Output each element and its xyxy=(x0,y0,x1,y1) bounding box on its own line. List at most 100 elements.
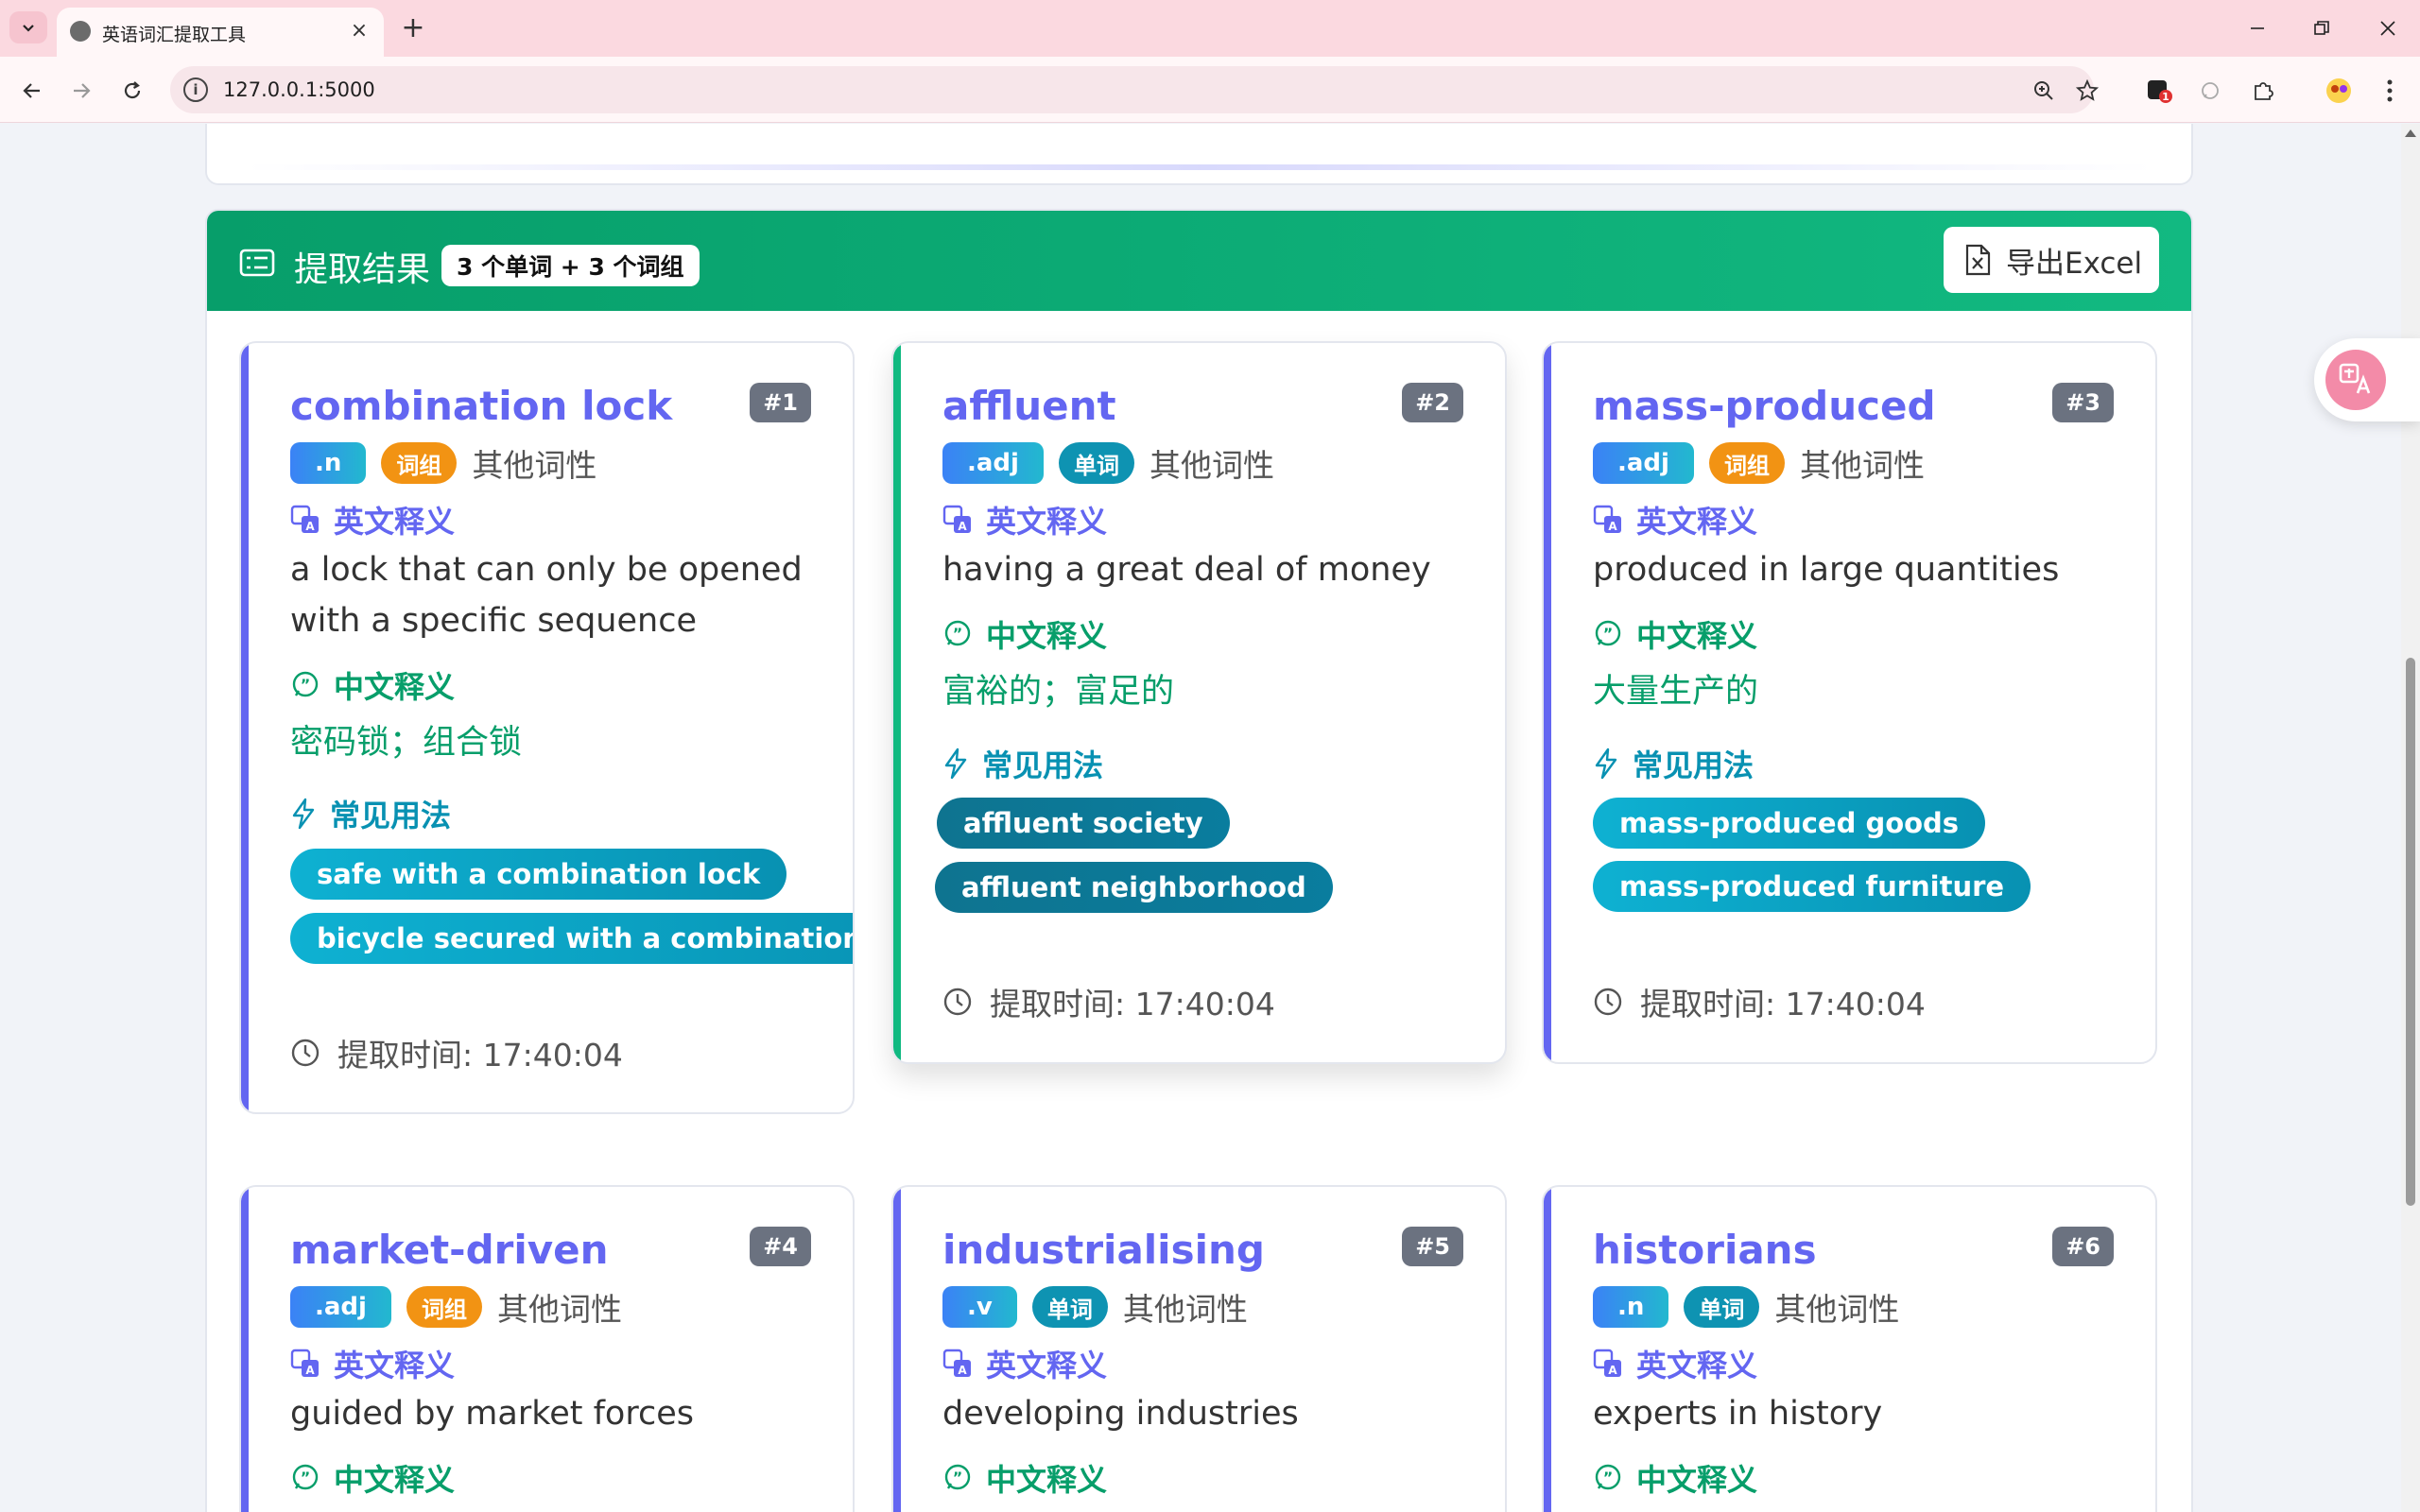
usage-heading: 常见用法 xyxy=(1593,743,1754,784)
card-accent xyxy=(893,1187,901,1512)
index-badge: #2 xyxy=(1402,383,1463,422)
info-icon[interactable]: i xyxy=(183,77,208,102)
usage-pill: affluent neighborhood xyxy=(935,862,1333,913)
chinese-def-heading: ” 中文释义 xyxy=(290,664,455,706)
chinese-def-label: 中文释义 xyxy=(1636,1462,1758,1498)
reload-button[interactable] xyxy=(113,72,151,110)
clock-icon xyxy=(943,988,972,1016)
other-pos-label: 其他词性 xyxy=(1774,1291,1900,1328)
chinese-definition: 大量生产的 xyxy=(1593,673,1759,711)
lightning-icon xyxy=(944,747,967,780)
tag-row: .n 单词 其他词性 xyxy=(1593,1286,1899,1328)
result-panel: 提取结果 3 个单词 + 3 个词组 导出Excel combination l… xyxy=(205,209,2193,1512)
scroll-up-arrow-icon[interactable] xyxy=(2405,129,2416,137)
usage-pill: mass-produced furniture xyxy=(1593,861,2031,912)
extract-time: 提取时间: 17:40:04 xyxy=(290,1032,623,1074)
scrollbar-thumb[interactable] xyxy=(2406,658,2415,1206)
extract-time: 提取时间: 17:40:04 xyxy=(1593,981,1926,1022)
extract-time-text: 提取时间: 17:40:04 xyxy=(1640,986,1926,1022)
menu-dots-icon[interactable] xyxy=(2373,74,2407,108)
english-def-heading: A 英文释义 xyxy=(942,499,1107,541)
svg-text:”: ” xyxy=(1603,625,1614,643)
svg-text:A: A xyxy=(305,520,315,533)
lightning-icon xyxy=(292,798,315,830)
quote-bubble-icon: ” xyxy=(1595,1464,1621,1490)
chinese-def-heading: ” 中文释义 xyxy=(1593,1457,1757,1499)
usage-label: 常见用法 xyxy=(330,798,452,833)
svg-text:A: A xyxy=(305,1364,315,1377)
extract-time-text: 提取时间: 17:40:04 xyxy=(337,1037,623,1074)
page-scrollbar[interactable] xyxy=(2401,124,2420,1512)
bookmark-star-icon[interactable] xyxy=(2072,76,2102,106)
chat-extension-icon[interactable] xyxy=(2193,74,2227,108)
close-window-button[interactable] xyxy=(2369,9,2407,47)
other-pos-label: 其他词性 xyxy=(1799,447,1925,484)
english-def-label: 英文释义 xyxy=(986,1348,1108,1383)
tab-close-button[interactable]: × xyxy=(346,17,372,43)
back-button[interactable] xyxy=(13,72,51,110)
tab-search-button[interactable] xyxy=(9,11,47,43)
other-pos-label: 其他词性 xyxy=(472,447,597,484)
profile-avatar[interactable] xyxy=(2322,74,2356,108)
word-card: market-driven #4 .adj 词组 其他词性 A 英文释义 gui… xyxy=(239,1185,855,1512)
quote-bubble-icon: ” xyxy=(292,671,319,697)
export-label: 导出Excel xyxy=(2006,246,2143,281)
chevron-down-icon xyxy=(23,25,34,32)
other-pos-label: 其他词性 xyxy=(1149,447,1274,484)
english-def-label: 英文释义 xyxy=(334,1348,456,1383)
card-accent xyxy=(893,343,901,1062)
other-pos-label: 其他词性 xyxy=(1122,1291,1248,1328)
restore-button[interactable] xyxy=(2303,9,2341,47)
new-tab-button[interactable]: + xyxy=(397,11,429,44)
svg-text:”: ” xyxy=(301,1469,311,1486)
chinese-definition: 富裕的；富足的 xyxy=(942,673,1175,711)
arrow-left-icon xyxy=(23,83,40,98)
translate-icon: A xyxy=(290,505,319,533)
word-title: historians xyxy=(1593,1227,1817,1273)
word-card: historians #6 .n 单词 其他词性 A 英文释义 experts … xyxy=(1542,1185,2157,1512)
type-badge: 词组 xyxy=(381,442,458,484)
svg-text:”: ” xyxy=(301,676,311,694)
svg-text:”: ” xyxy=(1603,1469,1614,1486)
usage-pill: affluent society xyxy=(937,798,1230,849)
word-card: combination lock #1 .n 词组 其他词性 A 英文释义 a … xyxy=(239,341,855,1114)
tab-active[interactable]: 英语词汇提取工具 × xyxy=(57,8,384,57)
excel-file-icon xyxy=(1965,244,1991,276)
svg-text:A: A xyxy=(958,1364,967,1377)
page-content: 提取结果 3 个单词 + 3 个词组 导出Excel combination l… xyxy=(0,124,2401,1512)
type-badge: 词组 xyxy=(406,1286,482,1328)
svg-text:”: ” xyxy=(953,625,963,643)
address-bar[interactable]: i 127.0.0.1:5000 xyxy=(170,66,2099,113)
english-def-heading: A 英文释义 xyxy=(942,1343,1107,1384)
minimize-button[interactable] xyxy=(2238,9,2276,47)
export-excel-button[interactable]: 导出Excel xyxy=(1944,227,2159,293)
chinese-def-label: 中文释义 xyxy=(1636,618,1758,654)
forward-button[interactable] xyxy=(62,72,100,110)
english-def-label: 英文释义 xyxy=(1636,504,1758,540)
usage-label: 常见用法 xyxy=(1633,747,1754,783)
chinese-def-label: 中文释义 xyxy=(986,618,1108,654)
close-icon xyxy=(2380,21,2395,36)
tag-row: .adj 词组 其他词性 xyxy=(290,1286,622,1328)
card-accent xyxy=(1544,343,1551,1062)
clock-icon xyxy=(291,1039,320,1067)
translate-icon: A xyxy=(1593,1349,1621,1377)
chinese-definition: 密码锁；组合锁 xyxy=(290,724,523,762)
puzzle-icon[interactable] xyxy=(2246,74,2280,108)
extract-time: 提取时间: 17:40:04 xyxy=(942,981,1275,1022)
index-badge: #5 xyxy=(1402,1227,1463,1266)
type-badge: 单词 xyxy=(1058,442,1134,484)
minimize-icon xyxy=(2251,27,2264,29)
extension-badge-icon[interactable]: 1 xyxy=(2142,74,2176,108)
chinese-def-heading: ” 中文释义 xyxy=(942,613,1107,655)
english-def-heading: A 英文释义 xyxy=(290,1343,455,1384)
result-title: 提取结果 xyxy=(294,250,431,289)
english-def-label: 英文释义 xyxy=(986,504,1108,540)
chinese-def-heading: ” 中文释义 xyxy=(290,1457,455,1499)
type-badge: 单词 xyxy=(1031,1286,1108,1328)
clock-icon xyxy=(1594,988,1622,1016)
quote-bubble-icon: ” xyxy=(292,1464,319,1490)
translate-float-button[interactable] xyxy=(2314,338,2420,421)
zoom-icon[interactable] xyxy=(2029,76,2059,106)
type-badge: 词组 xyxy=(1708,442,1785,484)
